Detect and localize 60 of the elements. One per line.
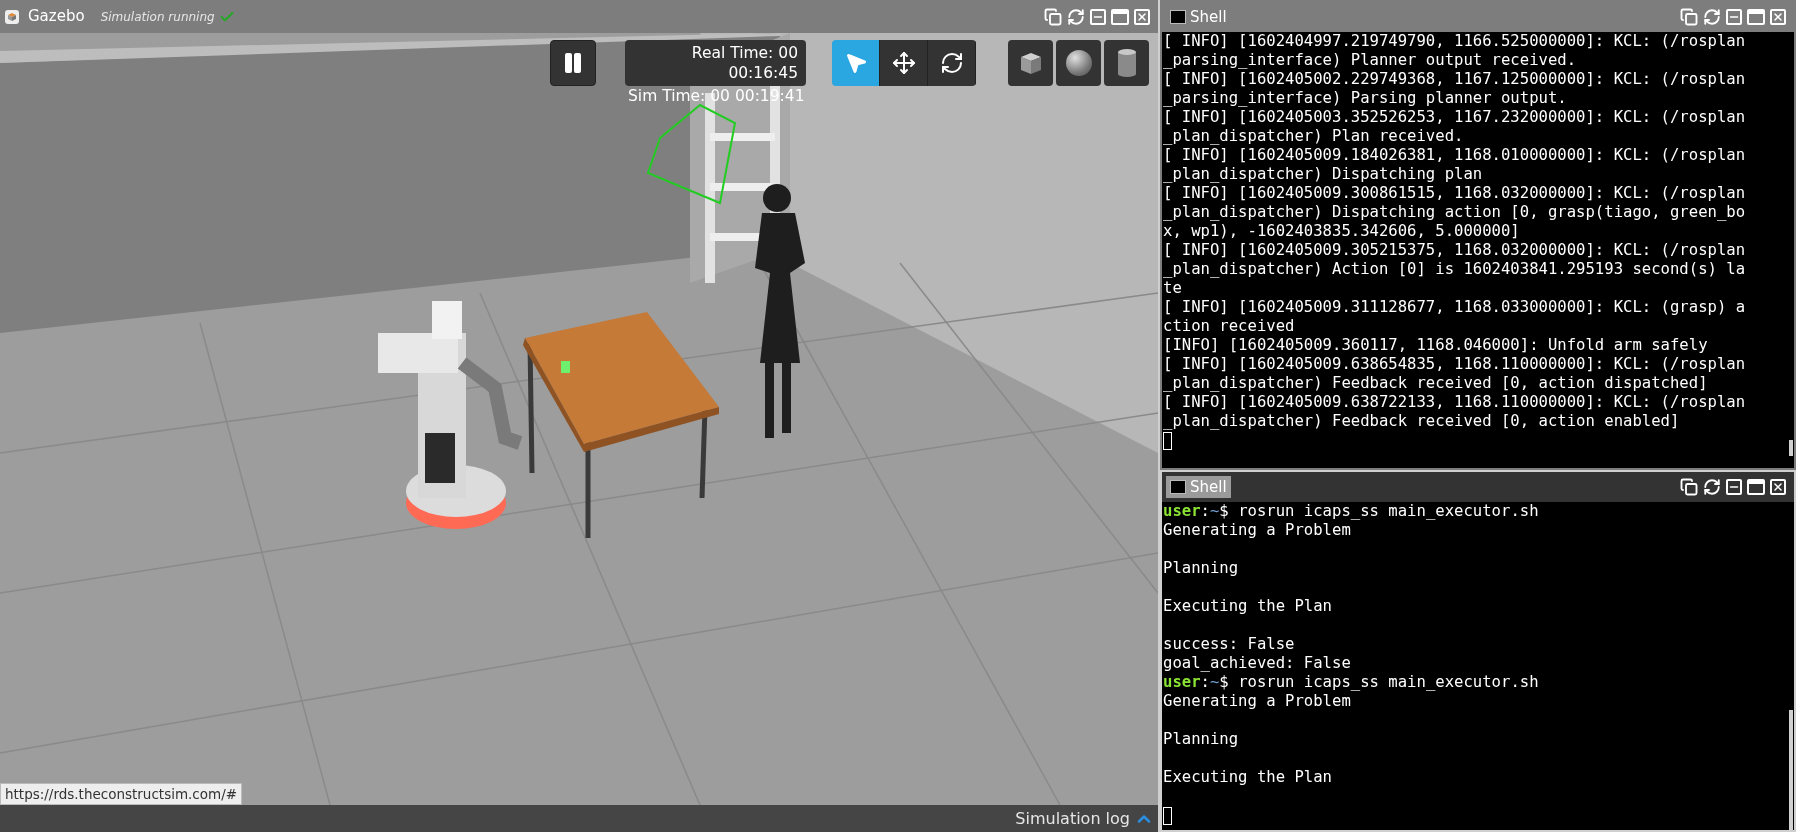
terminal-line: [ INFO] [1602405003.352526253, 1167.232000000]: KCL: (/rosplan <box>1163 108 1747 127</box>
terminal-line: _parsing_interface) Planner output received. <box>1163 51 1578 70</box>
text-cursor <box>1163 806 1172 825</box>
terminal-line: _plan_dispatcher) Dispatching plan <box>1163 165 1484 184</box>
terminal-line: [ INFO] [1602405009.311128677, 1168.033000000]: KCL: (grasp) a <box>1163 298 1747 317</box>
window-title: Shell <box>1190 476 1227 498</box>
terminal-line: Planning <box>1163 730 1240 749</box>
rotate-arrows-icon <box>939 51 964 75</box>
terminal-line: [ INFO] [1602404997.219749790, 1166.525000000]: KCL: (/rosplan <box>1163 32 1747 51</box>
window-title: Shell <box>1190 6 1227 28</box>
real-time-value: 00:16:45 <box>728 63 798 83</box>
terminal-line: Executing the Plan <box>1163 597 1333 616</box>
pause-button[interactable] <box>550 40 596 86</box>
terminal-line: Executing the Plan <box>1163 768 1333 787</box>
terminal-line: success: False <box>1163 635 1296 654</box>
terminal-line: [ INFO] [1602405009.305215375, 1168.032000000]: KCL: (/rosplan <box>1163 241 1747 260</box>
link-tooltip: https://rds.theconstructsim.com/# <box>0 783 243 805</box>
simulation-status: Simulation running <box>100 8 215 26</box>
cylinder-icon <box>1115 48 1138 78</box>
restore-icon[interactable] <box>1680 478 1698 496</box>
terminal-line: Generating a Problem <box>1163 521 1352 540</box>
move-arrows-icon <box>891 51 916 75</box>
simulation-log-button[interactable]: Simulation log <box>1015 806 1154 831</box>
terminal-icon <box>1170 480 1186 494</box>
terminal-line: Planning <box>1163 559 1240 578</box>
shape-button[interactable] <box>1104 40 1149 86</box>
terminal-line: [ INFO] [1602405009.638722133, 1168.110000000]: KCL: (/rosplan <box>1163 393 1747 412</box>
tool-button[interactable] <box>832 40 880 86</box>
terminal-line: _plan_dispatcher) Feedback received [0, action enabled] <box>1163 412 1681 431</box>
terminal-icon <box>1170 10 1186 24</box>
terminal-prompt-line: user:~$ rosrun icaps_ss main_executor.sh <box>1163 673 1540 692</box>
terminal-line: [ INFO] [1602405002.229749368, 1167.125000000]: KCL: (/rosplan <box>1163 70 1747 89</box>
terminal-line: _plan_dispatcher) Dispatching action [0, grasp(tiago, green_bo <box>1163 203 1747 222</box>
app-logo-icon <box>4 8 20 25</box>
terminal-line: [ INFO] [1602405009.638654835, 1168.110000000]: KCL: (/rosplan <box>1163 355 1747 374</box>
terminal-line: [ INFO] [1602405009.300861515, 1168.032000000]: KCL: (/rosplan <box>1163 184 1747 203</box>
maximize-icon[interactable] <box>1747 479 1765 495</box>
real-time-label: Real Time: 00 <box>691 43 798 63</box>
terminal-line: x, wp1), -1602403835.342606, 5.000000] <box>1163 222 1521 241</box>
terminal-line: ction received <box>1163 317 1296 336</box>
terminal-line: [ INFO] [1602405009.184026381, 1168.010000000]: KCL: (/rosplan <box>1163 146 1747 165</box>
text-cursor <box>1163 431 1172 450</box>
terminal-line: _parsing_interface) Parsing planner output. <box>1163 89 1568 108</box>
scrollbar-thumb <box>1789 440 1793 456</box>
terminal-line: _plan_dispatcher) Plan received. <box>1163 127 1465 146</box>
terminal-line: _plan_dispatcher) Feedback received [0, action dispatched] <box>1163 374 1709 393</box>
shape-button[interactable] <box>1008 40 1053 86</box>
tool-button[interactable] <box>880 40 928 86</box>
terminal-line: _plan_dispatcher) Action [0] is 1602403841.295193 second(s) la <box>1163 260 1747 279</box>
shape-button[interactable] <box>1056 40 1101 86</box>
terminal-line: goal_achieved: False <box>1163 654 1352 673</box>
tool-button[interactable] <box>928 40 976 86</box>
close-icon[interactable] <box>1770 479 1786 495</box>
refresh-icon[interactable] <box>1703 478 1721 496</box>
terminal-line: [INFO] [1602405009.360117, 1168.046000]: Unfold arm safely <box>1163 336 1709 355</box>
terminal-line: Generating a Problem <box>1163 692 1352 711</box>
terminal-prompt-line: user:~$ rosrun icaps_ss main_executor.sh <box>1163 502 1540 521</box>
window-title: Gazebo <box>28 6 85 28</box>
minimize-icon[interactable] <box>1726 479 1742 495</box>
terminal-line: te <box>1163 279 1183 298</box>
